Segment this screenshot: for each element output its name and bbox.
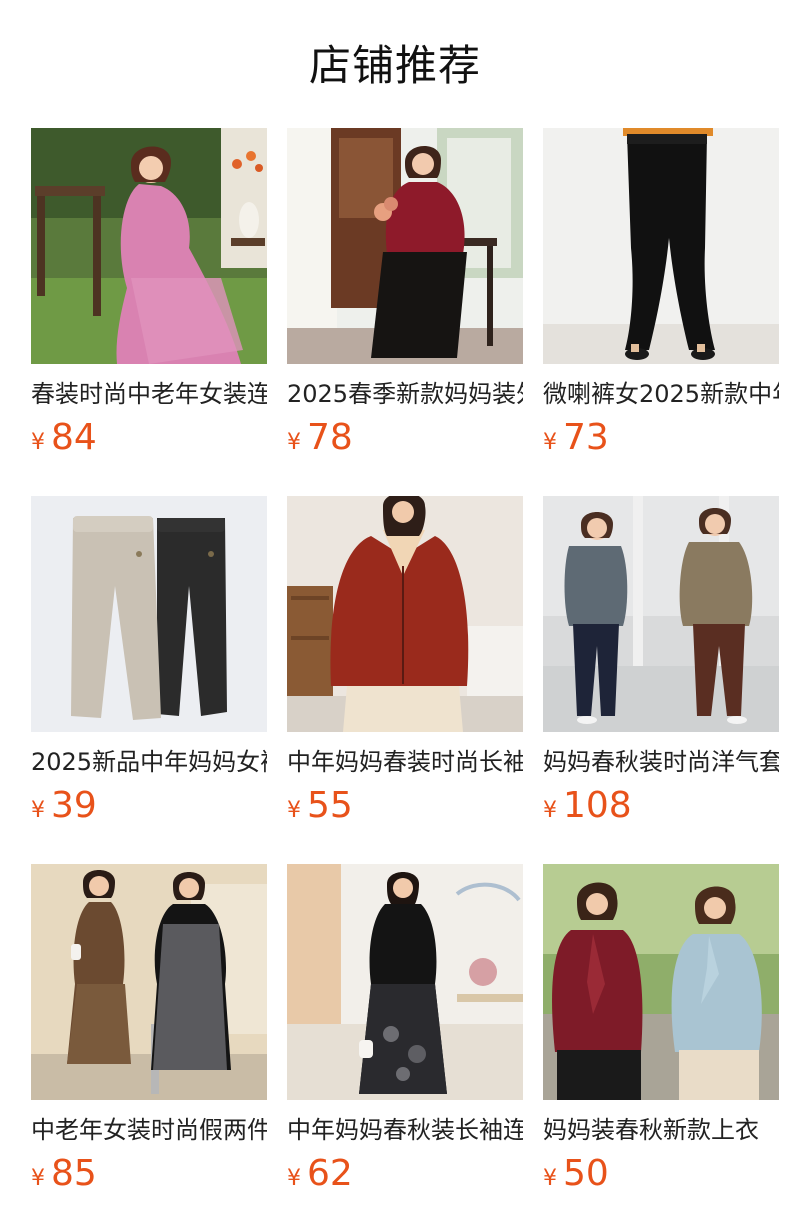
price-amount: 50 — [563, 1153, 609, 1194]
product-price: ¥108 — [543, 784, 632, 828]
section-title: 店铺推荐 — [308, 41, 481, 90]
product-price: ¥85 — [31, 1152, 97, 1196]
product-name[interactable]: 2025新品中年妈妈女裤 — [31, 746, 267, 778]
currency-symbol: ¥ — [31, 798, 45, 823]
product-image[interactable] — [543, 128, 779, 364]
product-name[interactable]: 中老年女装时尚假两件连衣裙 — [31, 1114, 267, 1146]
price-amount: 85 — [51, 1153, 97, 1194]
product-price: ¥39 — [31, 784, 97, 828]
currency-symbol: ¥ — [287, 798, 301, 823]
price-amount: 108 — [563, 785, 632, 826]
product-image[interactable] — [31, 128, 267, 364]
product-image[interactable] — [287, 864, 523, 1100]
price-amount: 62 — [307, 1153, 353, 1194]
currency-symbol: ¥ — [287, 430, 301, 455]
price-amount: 39 — [51, 785, 97, 826]
product-image[interactable] — [287, 128, 523, 364]
product-price: ¥55 — [287, 784, 353, 828]
currency-symbol: ¥ — [543, 430, 557, 455]
price-amount: 78 — [307, 417, 353, 458]
product-price: ¥50 — [543, 1152, 609, 1196]
product-price: ¥62 — [287, 1152, 353, 1196]
product-price: ¥73 — [543, 416, 609, 460]
product-image[interactable] — [543, 496, 779, 732]
currency-symbol: ¥ — [543, 1166, 557, 1191]
product-image[interactable] — [287, 496, 523, 732]
price-amount: 84 — [51, 417, 97, 458]
product-name[interactable]: 春装时尚中老年女装连衣裙 — [31, 378, 267, 410]
product-price: ¥78 — [287, 416, 353, 460]
product-name[interactable]: 2025春季新款妈妈装外套 — [287, 378, 523, 410]
price-amount: 73 — [563, 417, 609, 458]
product-image[interactable] — [31, 496, 267, 732]
currency-symbol: ¥ — [31, 430, 45, 455]
product-price: ¥84 — [31, 416, 97, 460]
product-name[interactable]: 妈妈春秋装时尚洋气套装 — [543, 746, 779, 778]
currency-symbol: ¥ — [543, 798, 557, 823]
price-amount: 55 — [307, 785, 353, 826]
currency-symbol: ¥ — [31, 1166, 45, 1191]
product-image[interactable] — [31, 864, 267, 1100]
product-name[interactable]: 微喇裤女2025新款中年 — [543, 378, 779, 410]
product-name[interactable]: 中年妈妈春秋装长袖连衣裙 — [287, 1114, 523, 1146]
product-image[interactable] — [543, 864, 779, 1100]
product-name[interactable]: 妈妈装春秋新款上衣 — [543, 1114, 779, 1146]
currency-symbol: ¥ — [287, 1166, 301, 1191]
product-name[interactable]: 中年妈妈春装时尚长袖开衫 — [287, 746, 523, 778]
